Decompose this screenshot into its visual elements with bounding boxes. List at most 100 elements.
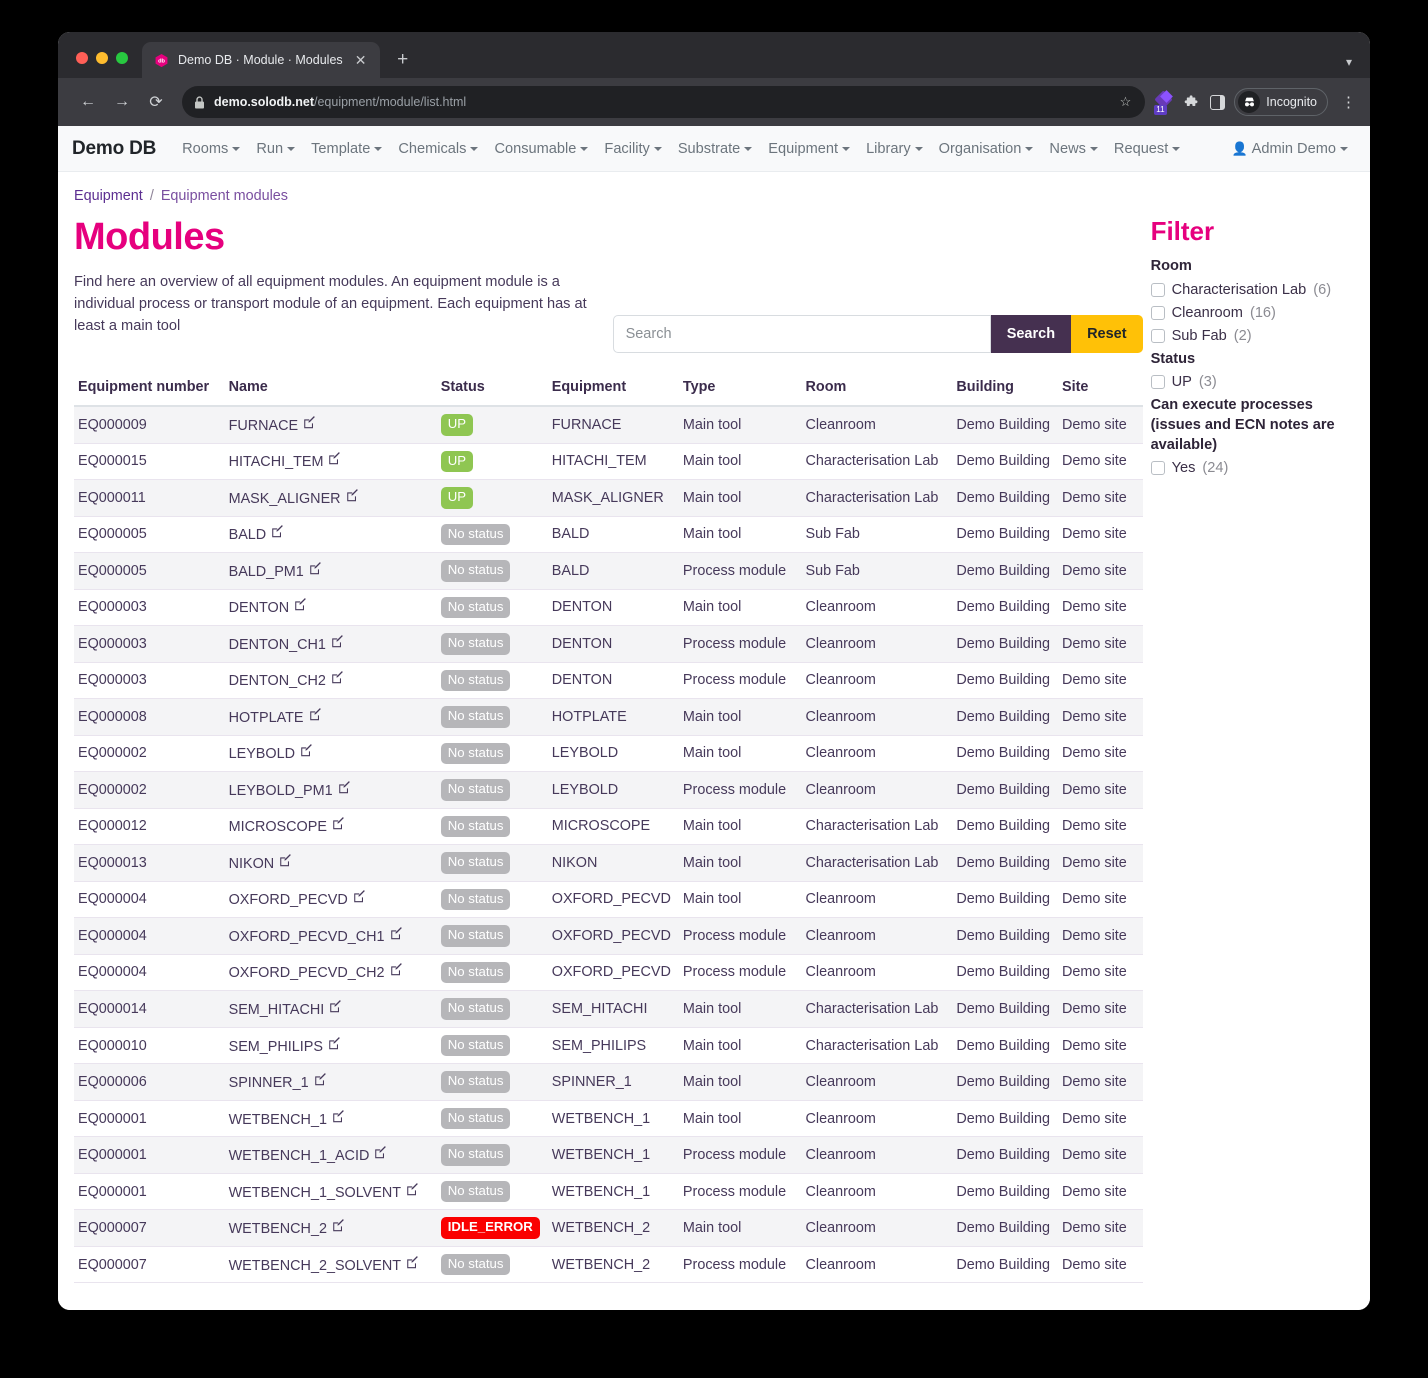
table-row[interactable]: EQ000007 WETBENCH_2_SOLVENT No status WETBE… [74,1246,1143,1284]
table-row[interactable]: EQ000005 BALD No status BALD Main tool Sub Fa… [74,516,1143,554]
nav-item-news[interactable]: News [1041,141,1106,157]
table-row[interactable]: EQ000001 WETBENCH_1_ACID No status WETBENCH… [74,1136,1143,1174]
browser-menu-icon[interactable]: ⋮ [1337,93,1356,111]
checkbox[interactable] [1150,305,1165,320]
column-header-room[interactable]: Room [801,375,953,407]
column-header-site[interactable]: Site [1057,375,1143,407]
edit-pencil-icon[interactable] [406,1182,419,1199]
edit-pencil-icon[interactable] [332,1109,345,1126]
table-row[interactable]: EQ000007 WETBENCH_2 IDLE_ERROR WETBENCH_2 Ma… [74,1209,1143,1247]
table-row[interactable]: EQ000010 SEM_PHILIPS No status SEM_PHILIPS M… [74,1027,1143,1065]
nav-item-library[interactable]: Library [858,141,931,157]
edit-pencil-icon[interactable] [353,890,366,906]
search-input[interactable] [612,315,991,353]
back-button[interactable]: ← [72,86,104,118]
site-brand[interactable]: Demo DB [72,138,156,160]
module-name[interactable]: BALD_PM1 [229,564,304,580]
filter-option-characterisation-lab[interactable]: Characterisation Lab (6) [1150,281,1354,300]
edit-pencil-icon[interactable] [332,817,345,833]
module-name[interactable]: WETBENCH_1 [229,1112,327,1128]
table-row[interactable]: EQ000004 OXFORD_PECVD_CH1 No status OXFORD_… [74,917,1143,955]
edit-pencil-icon[interactable] [338,780,351,797]
nav-item-organisation[interactable]: Organisation [931,141,1042,157]
nav-item-user-menu[interactable]: 👤 Admin Demo [1223,141,1356,157]
forward-button[interactable]: → [106,86,138,118]
nav-item-template[interactable]: Template [303,141,390,157]
edit-pencil-icon[interactable] [309,707,322,724]
checkbox[interactable] [1150,282,1165,297]
table-row[interactable]: EQ000004 OXFORD_PECVD No status OXFORD_PECV… [74,881,1143,919]
side-panel-icon[interactable] [1210,94,1226,110]
close-window-button[interactable] [76,52,88,64]
filter-option-sub-fab[interactable]: Sub Fab (2) [1150,327,1354,346]
edit-pencil-icon[interactable] [331,671,344,687]
nav-item-consumable[interactable]: Consumable [486,141,596,157]
edit-pencil-icon[interactable] [271,525,284,541]
breadcrumb-link-equipment[interactable]: Equipment [74,188,143,204]
module-name[interactable]: OXFORD_PECVD [229,892,348,908]
edit-pencil-icon[interactable] [390,927,403,943]
module-name[interactable]: LEYBOLD [229,746,295,762]
table-row[interactable]: EQ000009 FURNACE UP FURNACE Main tool Cleanro… [74,406,1143,444]
reset-button[interactable]: Reset [1071,315,1143,353]
module-name[interactable]: DENTON [229,600,290,616]
module-name[interactable]: WETBENCH_1_ACID [229,1148,370,1164]
module-name[interactable]: DENTON_CH2 [229,673,326,689]
close-tab-button[interactable]: ✕ [352,51,370,69]
edit-pencil-icon[interactable] [314,1073,327,1089]
module-name[interactable]: OXFORD_PECVD_CH1 [229,929,385,945]
new-tab-button[interactable]: + [388,45,418,75]
module-name[interactable]: WETBENCH_2_SOLVENT [229,1258,401,1274]
profile-incognito-button[interactable]: Incognito [1234,88,1328,116]
table-row[interactable]: EQ000003 DENTON_CH2 No status DENTON Process… [74,662,1143,700]
search-button[interactable]: Search [990,315,1072,353]
module-name[interactable]: OXFORD_PECVD_CH2 [229,965,385,981]
nav-item-substrate[interactable]: Substrate [670,141,760,157]
module-name[interactable]: FURNACE [229,418,299,434]
module-name[interactable]: SEM_HITACHI [229,1002,325,1018]
table-row[interactable]: EQ000011 MASK_ALIGNER UP MASK_ALIGNER Main t… [74,479,1143,517]
table-row[interactable]: EQ000008 HOTPLATE No status HOTPLATE Main to… [74,698,1143,736]
table-row[interactable]: EQ000003 DENTON No status DENTON Main tool Cl… [74,589,1143,627]
module-name[interactable]: WETBENCH_1_SOLVENT [229,1185,401,1201]
nav-item-equipment[interactable]: Equipment [760,141,858,157]
edit-pencil-icon[interactable] [328,452,341,468]
edit-pencil-icon[interactable] [331,634,344,651]
nav-item-rooms[interactable]: Rooms [174,141,248,157]
edit-pencil-icon[interactable] [374,1146,387,1162]
edit-pencil-icon[interactable] [390,963,403,979]
maximize-window-button[interactable] [116,52,128,64]
module-name[interactable]: WETBENCH_2 [229,1221,327,1237]
column-header-status[interactable]: Status [436,375,548,407]
column-header-name[interactable]: Name [224,375,437,407]
module-name[interactable]: SPINNER_1 [229,1075,309,1091]
address-bar[interactable]: demo.solodb.net/equipment/module/list.ht… [182,86,1146,118]
column-header-building[interactable]: Building [952,375,1058,407]
nav-item-facility[interactable]: Facility [596,141,669,157]
table-row[interactable]: EQ000002 LEYBOLD_PM1 No status LEYBOLD Proce… [74,771,1143,809]
puzzle-icon[interactable] [1184,94,1201,111]
edit-pencil-icon[interactable] [303,415,316,432]
checkbox[interactable] [1150,461,1165,476]
edit-pencil-icon[interactable] [332,1219,345,1235]
edit-pencil-icon[interactable] [328,1036,341,1053]
table-row[interactable]: EQ000012 MICROSCOPE No status MICROSCOPE Mai… [74,808,1143,846]
filter-option-cleanroom[interactable]: Cleanroom (16) [1150,304,1354,323]
table-row[interactable]: EQ000001 WETBENCH_1_SOLVENT No status WETBE… [74,1173,1143,1211]
minimize-window-button[interactable] [96,52,108,64]
table-row[interactable]: EQ000002 LEYBOLD No status LEYBOLD Main tool… [74,735,1143,773]
module-name[interactable]: LEYBOLD_PM1 [229,783,333,799]
edit-pencil-icon[interactable] [309,561,322,578]
column-header-equipment[interactable]: Equipment [547,375,679,407]
column-header-type[interactable]: Type [678,375,802,407]
browser-tab[interactable]: db Demo DB · Module · Modules ✕ [142,42,380,78]
module-name[interactable]: HOTPLATE [229,710,304,726]
module-name[interactable]: NIKON [229,856,275,872]
table-row[interactable]: EQ000004 OXFORD_PECVD_CH2 No status OXFORD_… [74,954,1143,992]
edit-pencil-icon[interactable] [406,1255,419,1272]
table-row[interactable]: EQ000013 NIKON No status NIKON Main tool Char… [74,844,1143,882]
column-header-equipment-number[interactable]: Equipment number [74,375,225,407]
table-row[interactable]: EQ000006 SPINNER_1 No status SPINNER_1 Main … [74,1063,1143,1101]
module-name[interactable]: MASK_ALIGNER [229,491,341,507]
nav-item-chemicals[interactable]: Chemicals [390,141,486,157]
